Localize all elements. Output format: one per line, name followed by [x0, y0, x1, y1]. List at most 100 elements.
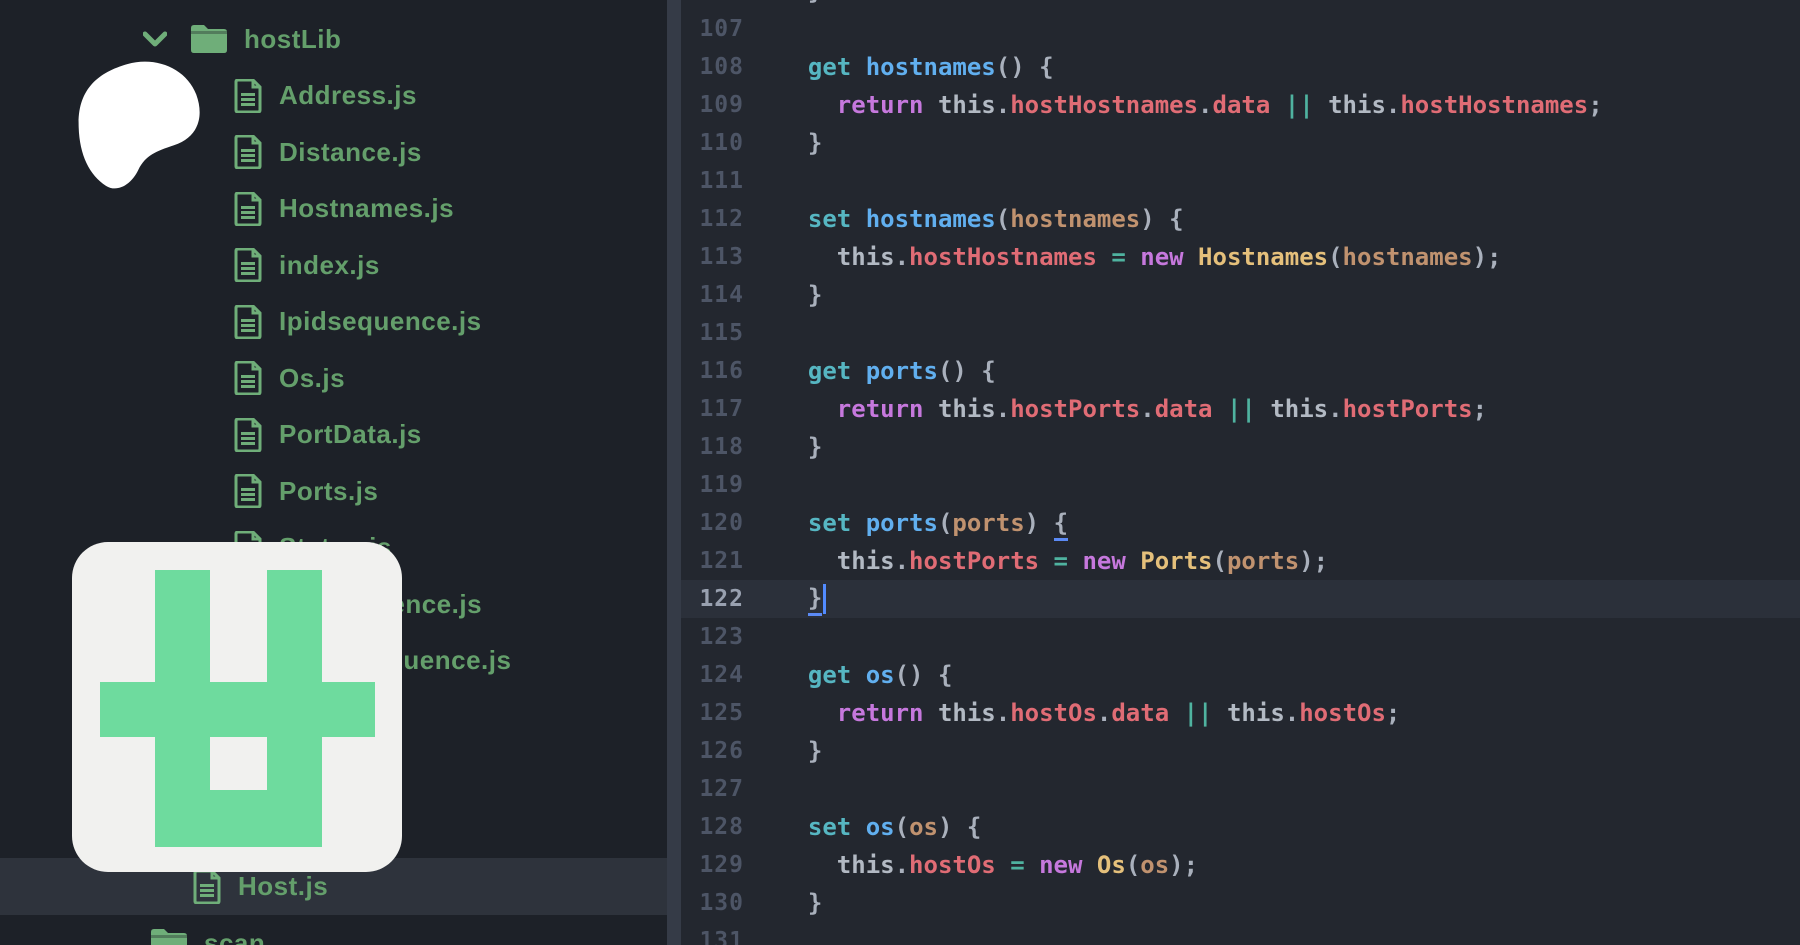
line-number: 114	[699, 282, 744, 308]
code-token: ports	[865, 509, 938, 537]
file-icon	[233, 304, 263, 339]
code-token: ;	[1472, 395, 1488, 423]
code-token: () {	[894, 661, 953, 689]
code-line-content: set hostnames(hostnames) {	[744, 205, 1184, 233]
file-icon	[193, 869, 221, 904]
code-token: =	[1053, 547, 1068, 575]
expand-chevron[interactable]	[143, 31, 190, 47]
code-token: .	[1198, 91, 1213, 119]
line-number: 110	[699, 130, 744, 156]
code-line-118[interactable]: 118 }	[681, 428, 1800, 466]
code-line-116[interactable]: 116 get ports() {	[681, 352, 1800, 390]
line-number: 127	[699, 776, 744, 802]
code-line-122[interactable]: 122 }	[681, 580, 1800, 618]
file-icon	[233, 361, 263, 396]
code-token: data	[1154, 395, 1213, 423]
code-token: ||	[1183, 699, 1213, 727]
code-token: ) {	[1140, 205, 1184, 233]
line-number: 116	[699, 358, 744, 384]
file-icon	[233, 643, 263, 678]
code-line-131[interactable]: 131	[681, 922, 1800, 945]
code-token: =	[1111, 243, 1126, 271]
file-icon	[233, 191, 263, 226]
code-line-content: get os() {	[744, 661, 953, 689]
code-line-113[interactable]: 113 this.hostHostnames = new Hostnames(h…	[681, 238, 1800, 276]
code-line-111[interactable]: 111	[681, 162, 1800, 200]
code-line-126[interactable]: 126 }	[681, 732, 1800, 770]
code-token: () {	[995, 53, 1054, 81]
code-line-119[interactable]: 119	[681, 466, 1800, 504]
file-icon	[233, 248, 263, 283]
code-line-content: }	[744, 129, 822, 157]
tree-item-label: Host.js	[238, 871, 329, 902]
code-token: ) {	[937, 813, 982, 841]
code-editor[interactable]: 106 }107108 get hostnames() {109 return …	[681, 0, 1800, 945]
code-token: ports	[1226, 547, 1300, 575]
line-number: 111	[699, 168, 744, 194]
code-line-content: set ports(ports) {	[744, 509, 1069, 541]
code-line-content: get hostnames() {	[744, 53, 1054, 81]
tree-item-label: Status.js	[279, 532, 392, 563]
line-number: 115	[699, 320, 744, 346]
code-line-109[interactable]: 109 return this.hostHostnames.data || th…	[681, 86, 1800, 124]
code-token: os	[865, 813, 895, 841]
file-icon	[234, 587, 262, 622]
file-icon	[192, 869, 222, 904]
code-token: new	[1039, 851, 1097, 879]
code-line-117[interactable]: 117 return this.hostPorts.data || this.h…	[681, 390, 1800, 428]
code-token: ports	[865, 357, 938, 385]
code-token: }	[779, 129, 823, 157]
code-line-content: this.hostOs = new Os(os);	[744, 851, 1198, 879]
code-token: (	[894, 813, 910, 841]
code-line-121[interactable]: 121 this.hostPorts = new Ports(ports);	[681, 542, 1800, 580]
code-line-128[interactable]: 128 set os(os) {	[681, 808, 1800, 846]
code-line-127[interactable]: 127	[681, 770, 1800, 808]
code-line-content: get ports() {	[744, 357, 996, 385]
folder-icon	[191, 25, 227, 54]
tree-item-label: Os.js	[279, 362, 346, 393]
code-line-107[interactable]: 107	[681, 10, 1800, 48]
line-number: 118	[699, 434, 744, 460]
code-line-content: return this.hostPorts.data || this.hostP…	[744, 395, 1487, 423]
code-token: set	[807, 509, 866, 537]
line-number: 119	[699, 472, 744, 498]
code-token: hostPorts	[909, 547, 1040, 575]
code-line-110[interactable]: 110 }	[681, 124, 1800, 162]
code-line-124[interactable]: 124 get os() {	[681, 656, 1800, 694]
code-line-114[interactable]: 114 }	[681, 276, 1800, 314]
file-icon	[233, 474, 263, 509]
code-token: new	[1140, 243, 1199, 271]
code-token: }	[779, 0, 822, 5]
code-line-129[interactable]: 129 this.hostOs = new Os(os);	[681, 846, 1800, 884]
code-line-content: }	[744, 584, 827, 616]
code-token: set	[807, 813, 866, 841]
code-token: .	[1140, 395, 1155, 423]
line-number: 109	[699, 92, 744, 118]
code-line-120[interactable]: 120 set ports(ports) {	[681, 504, 1800, 542]
code-line-115[interactable]: 115	[681, 314, 1800, 352]
code-line-125[interactable]: 125 return this.hostOs.data || this.host…	[681, 694, 1800, 732]
code-token: get	[807, 661, 866, 689]
tree-item-label: scan	[204, 927, 266, 945]
code-line-content: set os(os) {	[744, 813, 981, 841]
code-line-123[interactable]: 123	[681, 618, 1800, 656]
line-number: 131	[699, 928, 744, 945]
line-number: 123	[699, 624, 744, 650]
code-line-130[interactable]: 130 }	[681, 884, 1800, 922]
pane-resize-handle[interactable]	[667, 0, 681, 945]
code-line-108[interactable]: 108 get hostnames() {	[681, 48, 1800, 86]
code-line-112[interactable]: 112 set hostnames(hostnames) {	[681, 200, 1800, 238]
code-line-106[interactable]: 106 }	[681, 0, 1800, 10]
